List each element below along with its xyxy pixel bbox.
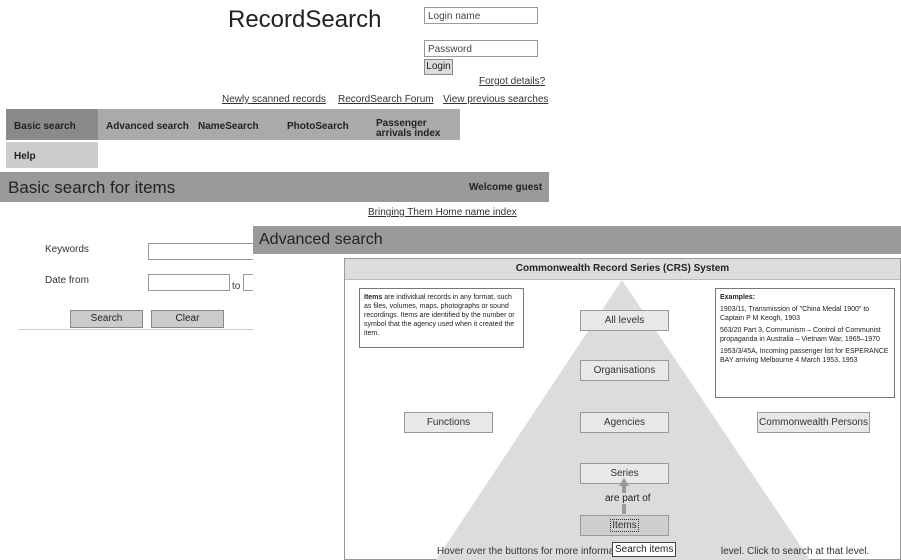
- tab-passenger-arrivals[interactable]: Passenger arrivals index: [368, 109, 460, 140]
- date-from-label: Date from: [45, 275, 89, 286]
- forgot-details-link[interactable]: Forgot details?: [479, 76, 545, 87]
- tab-advanced-search[interactable]: Advanced search: [98, 109, 190, 140]
- functions-button[interactable]: Functions: [404, 412, 493, 433]
- agencies-button[interactable]: Agencies: [580, 412, 669, 433]
- items-term: Items: [364, 294, 383, 301]
- hover-note-end: level. Click to search at that level.: [720, 546, 870, 557]
- search-items-tooltip: Search items: [612, 542, 677, 557]
- to-label: to: [232, 281, 241, 292]
- are-part-of-label: are part of: [603, 493, 653, 504]
- bringing-them-home-link[interactable]: Bringing Them Home name index: [368, 207, 517, 218]
- search-button[interactable]: Search: [70, 310, 143, 328]
- previous-searches-link[interactable]: View previous searches: [443, 94, 548, 105]
- tab-namesearch[interactable]: NameSearch: [190, 109, 279, 140]
- login-name-field[interactable]: Login name: [424, 7, 538, 24]
- items-button-label: Items: [610, 519, 639, 532]
- keywords-label: Keywords: [45, 244, 89, 255]
- tab-basic-search[interactable]: Basic search: [6, 109, 98, 140]
- clear-button[interactable]: Clear: [151, 310, 224, 328]
- form-divider: [18, 329, 254, 330]
- example-item: 1903/11, Transmission of "China Medal 19…: [720, 306, 870, 322]
- forum-link[interactable]: RecordSearch Forum: [338, 94, 434, 105]
- date-from-input[interactable]: [148, 274, 230, 291]
- crs-title: Commonwealth Record Series (CRS) System: [345, 259, 900, 280]
- items-description: are individual records in any format, su…: [364, 294, 515, 337]
- items-button[interactable]: Items: [580, 515, 669, 536]
- keywords-input[interactable]: [148, 243, 254, 260]
- tab-help[interactable]: Help: [6, 142, 98, 168]
- commonwealth-persons-button[interactable]: Commonwealth Persons: [757, 412, 870, 433]
- newly-scanned-link[interactable]: Newly scanned records: [222, 94, 326, 105]
- example-item: 1953/3/45A, Incoming passenger list for …: [720, 348, 889, 364]
- advanced-search-title: Advanced search: [259, 231, 383, 248]
- example-item: 563/20 Part 3, Communism – Control of Co…: [720, 327, 881, 343]
- all-levels-button[interactable]: All levels: [580, 310, 669, 331]
- examples-title: Examples:: [720, 294, 756, 301]
- items-description-box: Items are individual records in any form…: [359, 288, 524, 348]
- organisations-button[interactable]: Organisations: [580, 360, 669, 381]
- hover-note-start: Hover over the buttons for more informat…: [437, 546, 625, 557]
- login-button[interactable]: Login: [424, 59, 453, 75]
- welcome-text: Welcome guest: [469, 182, 543, 193]
- tab-photosearch[interactable]: PhotoSearch: [279, 109, 368, 140]
- page-title: Basic search for items: [8, 178, 176, 197]
- examples-box: Examples: 1903/11, Transmission of "Chin…: [715, 288, 895, 398]
- app-title: RecordSearch: [228, 6, 382, 33]
- password-field[interactable]: Password: [424, 40, 538, 57]
